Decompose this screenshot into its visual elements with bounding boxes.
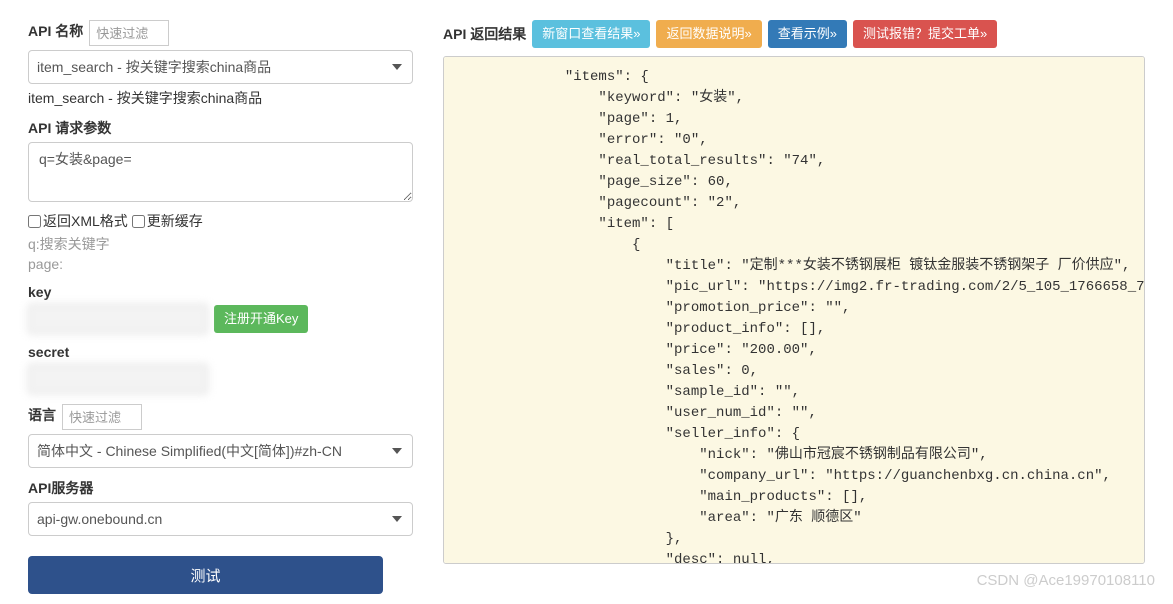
result-json-box[interactable]: "items": { "keyword": "女装", "page": 1, "… bbox=[443, 56, 1145, 564]
api-name-filter-input[interactable] bbox=[89, 20, 169, 46]
key-input[interactable] bbox=[28, 304, 208, 334]
right-panel: API 返回结果 新窗口查看结果» 返回数据说明» 查看示例» 测试报错？提交工… bbox=[443, 20, 1145, 594]
report-error-button[interactable]: 测试报错？提交工单» bbox=[853, 20, 997, 48]
language-filter-input[interactable] bbox=[62, 404, 142, 430]
result-label: API 返回结果 bbox=[443, 24, 526, 44]
secret-input[interactable] bbox=[28, 364, 208, 394]
key-label: key bbox=[28, 284, 51, 300]
test-button[interactable]: 测试 bbox=[28, 556, 383, 594]
api-server-select[interactable]: api-gw.onebound.cn bbox=[28, 502, 413, 536]
open-key-button[interactable]: 注册开通Key bbox=[214, 305, 308, 333]
api-name-helper: item_search - 按关键字搜索china商品 bbox=[28, 88, 413, 108]
update-cache-checkbox-label[interactable]: 更新缓存 bbox=[132, 211, 203, 231]
api-name-select[interactable]: item_search - 按关键字搜索china商品 bbox=[28, 50, 413, 84]
api-server-label: API服务器 bbox=[28, 478, 93, 498]
update-cache-checkbox[interactable] bbox=[132, 215, 145, 228]
return-xml-checkbox-label[interactable]: 返回XML格式 bbox=[28, 211, 128, 231]
data-desc-button[interactable]: 返回数据说明» bbox=[656, 20, 761, 48]
view-example-button[interactable]: 查看示例» bbox=[768, 20, 847, 48]
new-window-button[interactable]: 新窗口查看结果» bbox=[532, 20, 650, 48]
secret-label: secret bbox=[28, 344, 69, 360]
params-hint: q:搜索关键字 page: bbox=[28, 235, 413, 274]
left-panel: API 名称 item_search - 按关键字搜索china商品 item_… bbox=[28, 20, 413, 594]
api-params-label: API 请求参数 bbox=[28, 118, 111, 138]
return-xml-checkbox[interactable] bbox=[28, 215, 41, 228]
language-select[interactable]: 简体中文 - Chinese Simplified(中文[简体])#zh-CN bbox=[28, 434, 413, 468]
language-label: 语言 bbox=[28, 405, 56, 425]
api-params-textarea[interactable]: q=女装&page= bbox=[28, 142, 413, 202]
api-name-label: API 名称 bbox=[28, 21, 83, 41]
